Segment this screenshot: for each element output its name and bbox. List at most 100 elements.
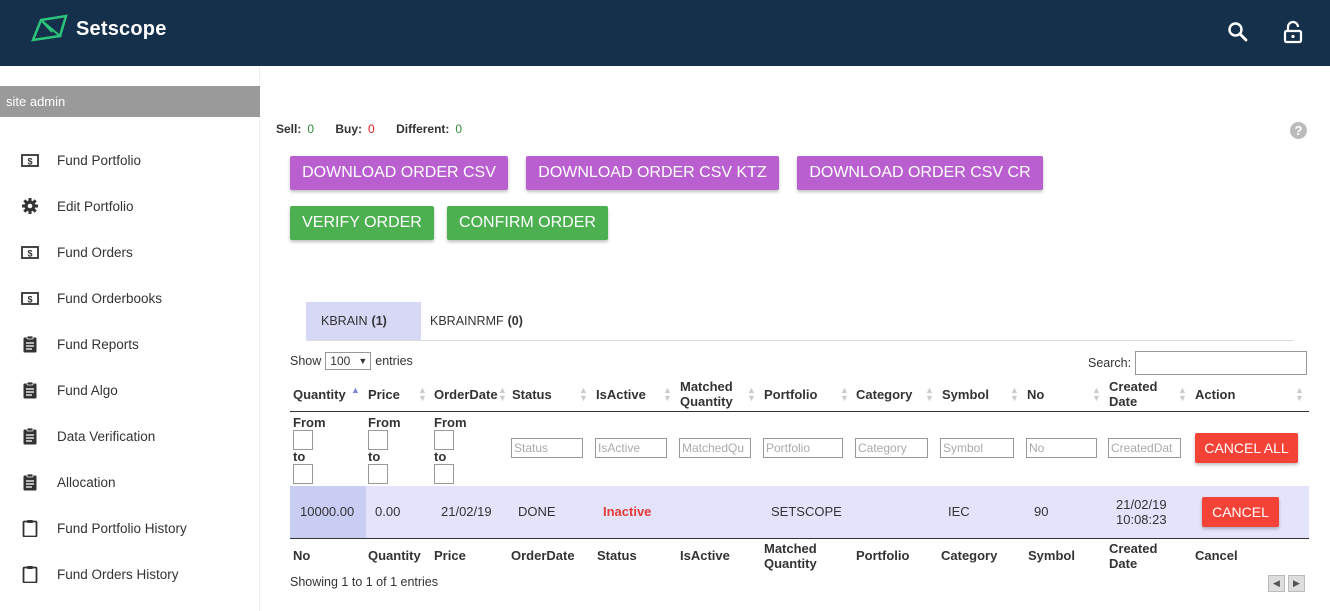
price-to-input[interactable] — [368, 464, 388, 484]
sort-icon[interactable]: ▲ ▼ — [1010, 386, 1019, 403]
col-header-quantity[interactable]: Quantity — [293, 376, 346, 412]
orderdate-to-label: to — [434, 449, 447, 464]
cell-price: 0.00 — [375, 504, 401, 519]
buy-value: 0 — [368, 122, 375, 136]
search-input[interactable] — [1135, 351, 1308, 375]
footer-orderdate: OrderDate — [511, 548, 575, 563]
tab-kbrainrmf[interactable]: KBRAINRMF (0) — [415, 302, 535, 340]
clipboard-icon — [23, 335, 37, 353]
quantity-from-label: From — [293, 415, 326, 430]
table-search: Search: — [1088, 351, 1308, 375]
sort-icon[interactable]: ▲ ▼ — [498, 386, 507, 403]
sidebar-item-label: Allocation — [57, 474, 116, 490]
sort-icon[interactable]: ▲ ▼ — [840, 386, 849, 403]
next-page-icon[interactable]: ▶ — [1288, 575, 1305, 592]
sidebar: site admin $ Fund Portfolio Edit Portfol… — [0, 66, 260, 611]
clipboard-icon — [23, 427, 37, 445]
col-header-no[interactable]: No — [1027, 376, 1044, 412]
status-filter-input[interactable]: Status — [511, 438, 583, 458]
sidebar-item-fund-orders[interactable]: $ Fund Orders — [0, 229, 260, 275]
sidebar-item-fund-orderbooks[interactable]: $ Fund Orderbooks — [0, 275, 260, 321]
sort-icon[interactable]: ▲ ▼ — [663, 386, 672, 403]
tab-label: KBRAINRMF — [430, 314, 504, 328]
price-from-label: From — [368, 415, 401, 430]
col-header-price[interactable]: Price — [368, 376, 400, 412]
sort-asc-icon[interactable]: ▲ — [351, 386, 360, 395]
portfolio-filter-input[interactable]: Portfolio — [763, 438, 843, 458]
help-icon[interactable]: ? — [1290, 122, 1307, 139]
cancel-all-button[interactable]: CANCEL ALL — [1195, 433, 1298, 463]
sidebar-user: site admin — [0, 86, 260, 117]
orderdate-to-input[interactable] — [434, 464, 454, 484]
cell-orderdate: 21/02/19 — [441, 504, 492, 519]
sidebar-item-allocation[interactable]: Allocation — [0, 459, 260, 505]
tab-kbrain[interactable]: KBRAIN (1) — [306, 302, 421, 340]
sort-icon[interactable]: ▲ ▼ — [925, 386, 934, 403]
sort-icon[interactable]: ▲ ▼ — [747, 386, 756, 403]
sort-icon[interactable]: ▲ ▼ — [1092, 386, 1101, 403]
verify-order-button[interactable]: VERIFY ORDER — [290, 206, 434, 240]
order-summary: Sell: 0 Buy: 0 Different: 0 — [276, 122, 480, 136]
sidebar-item-label: Edit Portfolio — [57, 198, 134, 214]
sort-icon[interactable]: ▲ ▼ — [418, 386, 427, 403]
entries-select[interactable]: 100 ▼ — [325, 352, 372, 370]
dollar-bill-icon: $ — [21, 154, 39, 167]
sidebar-item-label: Fund Orders History — [57, 566, 179, 582]
quantity-to-input[interactable] — [293, 464, 313, 484]
clipboard-outline-icon — [22, 566, 38, 583]
matched-quantity-filter-input[interactable]: MatchedQu — [679, 438, 751, 458]
search-icon[interactable] — [1226, 20, 1250, 44]
col-header-category[interactable]: Category — [856, 376, 912, 412]
col-header-orderdate[interactable]: OrderDate — [434, 376, 498, 412]
download-order-csv-button[interactable]: DOWNLOAD ORDER CSV — [290, 156, 508, 190]
footer-created-date: Created Date — [1109, 541, 1158, 571]
sidebar-item-data-verification[interactable]: Data Verification — [0, 413, 260, 459]
dollar-bill-icon: $ — [21, 292, 39, 305]
symbol-filter-input[interactable]: Symbol — [940, 438, 1014, 458]
download-order-csv-cr-button[interactable]: DOWNLOAD ORDER CSV CR — [797, 156, 1043, 190]
footer-no: No — [293, 548, 311, 563]
previous-page-icon[interactable]: ◀ — [1268, 575, 1285, 592]
col-header-symbol[interactable]: Symbol — [942, 376, 989, 412]
sidebar-item-fund-portfolio-history[interactable]: Fund Portfolio History — [0, 505, 260, 551]
download-order-csv-ktz-button[interactable]: DOWNLOAD ORDER CSV KTZ — [526, 156, 779, 190]
footer-cancel: Cancel — [1195, 548, 1238, 563]
col-header-matched-quantity[interactable]: Matched Quantity — [680, 376, 740, 412]
col-header-isactive[interactable]: IsActive — [596, 376, 646, 412]
sidebar-item-fund-algo[interactable]: Fund Algo — [0, 367, 260, 413]
sort-icon[interactable]: ▲ ▼ — [579, 386, 588, 403]
show-label: Show — [290, 354, 322, 368]
table-info: Showing 1 to 1 of 1 entries — [290, 575, 439, 589]
price-from-input[interactable] — [368, 430, 388, 450]
main-content: Sell: 0 Buy: 0 Different: 0 ? DOWNLOAD ORDE… — [261, 66, 1330, 611]
app-name: Setscope — [76, 17, 167, 40]
category-filter-input[interactable]: Category — [855, 438, 928, 458]
created-date-filter-input[interactable]: CreatedDat — [1108, 438, 1181, 458]
buy-label: Buy: — [335, 122, 363, 136]
sidebar-item-fund-orders-history[interactable]: Fund Orders History — [0, 551, 260, 597]
different-label: Different: — [396, 122, 450, 136]
lock-icon[interactable] — [1281, 20, 1305, 44]
isactive-filter-input[interactable]: IsActive — [595, 438, 667, 458]
col-header-action[interactable]: Action — [1195, 376, 1235, 412]
no-filter-input[interactable]: No — [1026, 438, 1097, 458]
footer-price: Price — [434, 548, 466, 563]
orderdate-from-input[interactable] — [434, 430, 454, 450]
confirm-order-button[interactable]: CONFIRM ORDER — [447, 206, 608, 240]
svg-text:$: $ — [27, 249, 32, 259]
col-header-status[interactable]: Status — [512, 376, 552, 412]
clipboard-icon — [23, 381, 37, 399]
sidebar-item-fund-reports[interactable]: Fund Reports — [0, 321, 260, 367]
app-logo[interactable]: Setscope — [30, 14, 167, 44]
sidebar-item-fund-portfolio[interactable]: $ Fund Portfolio — [0, 137, 260, 183]
sort-icon[interactable]: ▲ ▼ — [1295, 386, 1304, 403]
quantity-from-input[interactable] — [293, 430, 313, 450]
col-header-created-date[interactable]: Created Date — [1109, 376, 1164, 412]
sidebar-item-edit-portfolio[interactable]: Edit Portfolio — [0, 183, 260, 229]
sort-icon[interactable]: ▲ ▼ — [1178, 386, 1187, 403]
col-header-portfolio[interactable]: Portfolio — [764, 376, 817, 412]
cancel-button[interactable]: CANCEL — [1202, 497, 1279, 527]
cell-status: DONE — [518, 504, 556, 519]
sell-value: 0 — [307, 122, 315, 136]
orderdate-from-label: From — [434, 415, 467, 430]
